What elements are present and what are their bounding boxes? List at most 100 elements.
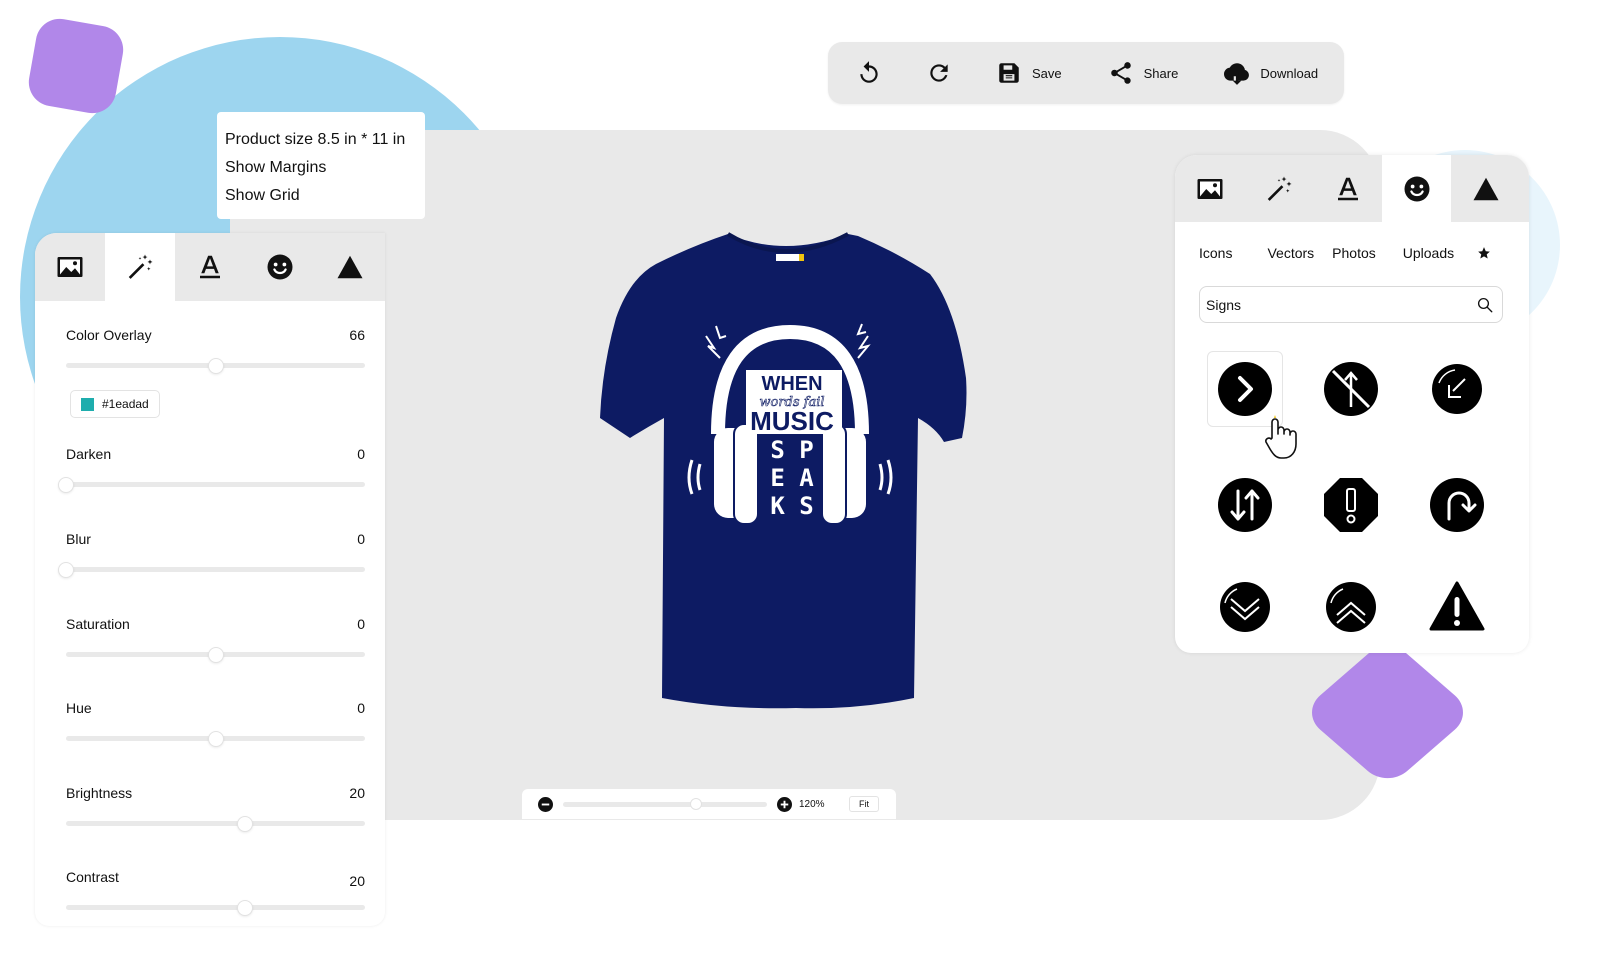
blur-slider[interactable] <box>58 561 365 578</box>
star-icon[interactable] <box>1477 246 1491 260</box>
zoom-out-button[interactable] <box>538 796 553 812</box>
slider-thumb[interactable] <box>58 561 74 578</box>
color-hex-label: #1eadad <box>102 397 149 411</box>
zoom-slider[interactable] <box>563 798 767 810</box>
slider-thumb[interactable] <box>207 730 224 747</box>
slider-thumb[interactable] <box>207 357 224 374</box>
design-text-when: WHEN <box>761 373 822 395</box>
darken-slider[interactable] <box>58 476 365 493</box>
image-icon <box>57 257 83 277</box>
tshirt-mockup[interactable]: WHEN words fail MUSIC S P E A K S <box>596 228 972 712</box>
tab-shapes[interactable] <box>315 233 385 301</box>
tab-stickers[interactable] <box>245 233 315 301</box>
result-arrow-down-left-sign[interactable] <box>1419 351 1495 427</box>
decorative-purple-shape <box>25 15 127 117</box>
save-button[interactable]: Save <box>996 60 1062 86</box>
slider-thumb[interactable] <box>237 899 254 916</box>
result-double-chevron-up-sign[interactable] <box>1313 569 1389 645</box>
color-overlay-slider[interactable] <box>66 357 365 374</box>
smiley-icon <box>1404 176 1429 201</box>
slider-label: Color Overlay <box>66 327 152 343</box>
slider-saturation: Saturation 0 <box>66 616 365 663</box>
product-size-item[interactable]: Product size 8.5 in * 11 in <box>225 126 417 154</box>
tab-text[interactable] <box>1313 155 1382 222</box>
save-label: Save <box>1032 65 1062 81</box>
share-button[interactable]: Share <box>1108 60 1178 86</box>
warning-triangle-icon <box>1429 581 1485 631</box>
slider-contrast: Contrast 20 <box>66 869 365 916</box>
slider-label: Blur <box>66 531 91 547</box>
tab-images[interactable] <box>35 233 105 301</box>
slider-label: Brightness <box>66 785 133 801</box>
subtab-photos[interactable]: Photos <box>1332 245 1376 261</box>
save-icon <box>999 63 1019 83</box>
fit-button[interactable]: Fit <box>849 796 879 812</box>
undo-icon <box>860 61 878 83</box>
double-chevron-down-icon <box>1220 582 1270 632</box>
design-text-speaks-1: S P <box>770 436 813 464</box>
slider-blur: Blur 0 <box>58 531 365 578</box>
tab-text[interactable] <box>175 233 245 301</box>
left-panel-tabs <box>35 233 385 301</box>
redo-button[interactable] <box>926 60 952 86</box>
search-box <box>1199 286 1503 323</box>
slider-label: Saturation <box>66 616 130 632</box>
show-grid-item[interactable]: Show Grid <box>225 182 417 210</box>
zoom-controls: 120% Fit <box>522 789 896 819</box>
result-two-way-traffic-sign[interactable] <box>1207 467 1283 543</box>
search-icon[interactable] <box>1476 296 1494 314</box>
zoom-slider-thumb[interactable] <box>689 798 702 810</box>
share-icon <box>1110 62 1131 84</box>
overlay-color-picker[interactable]: #1eadad <box>70 390 160 418</box>
text-icon <box>1337 177 1358 200</box>
no-straight-ahead-icon <box>1324 362 1378 416</box>
two-way-traffic-icon <box>1218 478 1272 532</box>
result-warning-triangle-sign[interactable] <box>1419 569 1495 645</box>
brightness-slider[interactable] <box>66 815 365 832</box>
result-double-chevron-down-sign[interactable] <box>1207 569 1283 645</box>
top-toolbar: Save Share Download <box>828 42 1344 104</box>
slider-value: 20 <box>349 873 365 889</box>
magic-wand-icon <box>128 254 153 279</box>
redo-icon <box>930 64 948 82</box>
slider-darken: Darken 0 <box>58 446 365 493</box>
subtab-vectors[interactable]: Vectors <box>1267 245 1314 261</box>
adjustments-panel: Color Overlay 66 #1eadad Darken 0 Blur 0 Sa… <box>35 233 385 926</box>
slider-value: 20 <box>349 785 365 801</box>
undo-button[interactable] <box>856 60 882 86</box>
slider-value: 0 <box>357 531 365 547</box>
right-panel-tabs <box>1175 155 1529 222</box>
zoom-level-label: 120% <box>799 798 825 810</box>
subtab-uploads[interactable]: Uploads <box>1403 245 1454 261</box>
search-input[interactable] <box>1206 296 1476 313</box>
slider-value: 0 <box>357 616 365 632</box>
hue-slider[interactable] <box>66 730 365 747</box>
tab-effects[interactable] <box>105 233 175 301</box>
download-button[interactable]: Download <box>1224 60 1318 86</box>
tab-effects[interactable] <box>1244 155 1313 222</box>
slider-thumb[interactable] <box>237 815 254 832</box>
result-u-turn-right-sign[interactable] <box>1419 467 1495 543</box>
triangle-shape-icon <box>337 255 363 279</box>
elements-panel: Icons Vectors Photos Uploads <box>1175 155 1529 653</box>
magic-wand-icon <box>1267 176 1291 201</box>
result-exclamation-octagon-sign[interactable] <box>1313 467 1389 543</box>
text-icon <box>200 255 220 279</box>
subtab-icons[interactable]: Icons <box>1199 245 1232 261</box>
contrast-slider[interactable] <box>66 899 365 916</box>
result-no-straight-ahead-sign[interactable] <box>1313 351 1389 427</box>
zoom-in-button[interactable] <box>777 796 792 812</box>
slider-value: 66 <box>349 327 365 343</box>
design-text-speaks-2: E A <box>770 464 814 492</box>
tab-shapes[interactable] <box>1451 155 1520 222</box>
tab-stickers[interactable] <box>1382 155 1451 222</box>
slider-label: Darken <box>66 446 112 462</box>
slider-thumb[interactable] <box>207 646 224 663</box>
slider-thumb[interactable] <box>58 476 74 493</box>
design-text-music: MUSIC <box>750 406 834 436</box>
tab-images[interactable] <box>1175 155 1244 222</box>
slider-brightness: Brightness 20 <box>66 785 365 832</box>
show-margins-item[interactable]: Show Margins <box>225 154 417 182</box>
slider-color-overlay: Color Overlay 66 <box>66 327 365 374</box>
saturation-slider[interactable] <box>66 646 365 663</box>
